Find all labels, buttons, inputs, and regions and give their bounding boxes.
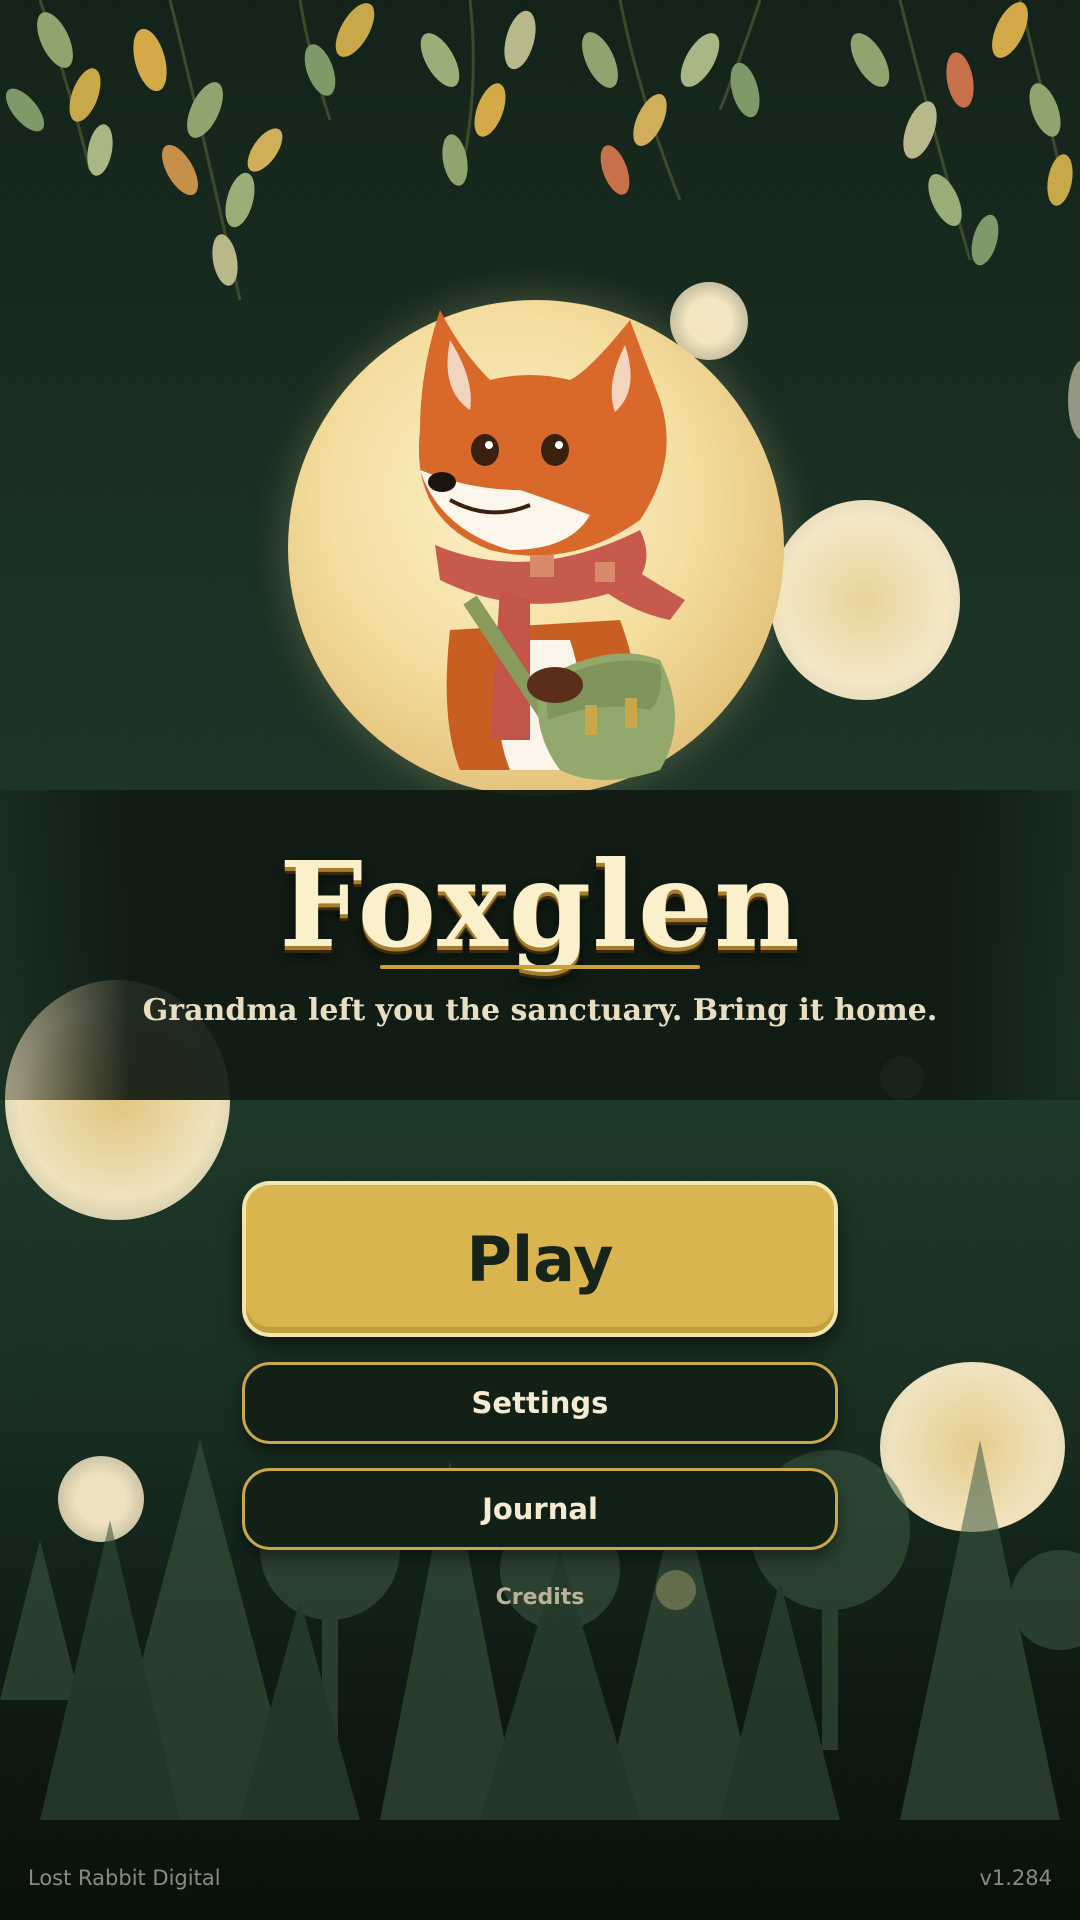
bokeh-glow <box>770 500 960 700</box>
fox-mascot-illustration <box>418 310 685 780</box>
game-title: Foxglen <box>279 835 801 974</box>
studio-name: Lost Rabbit Digital <box>28 1866 221 1890</box>
play-button[interactable]: Play <box>242 1181 838 1337</box>
bokeh-glow <box>1068 360 1080 440</box>
game-tagline: Grandma left you the sanctuary. Bring it… <box>142 993 938 1028</box>
version-label: v1.284 <box>979 1866 1052 1890</box>
settings-button[interactable]: Settings <box>242 1362 838 1444</box>
credits-link[interactable]: Credits <box>440 1585 640 1610</box>
title-underline <box>380 965 700 969</box>
forest-silhouette-decoration <box>0 1440 1080 1820</box>
journal-button[interactable]: Journal <box>242 1468 838 1550</box>
hanging-leaves-decoration <box>5 0 1073 301</box>
